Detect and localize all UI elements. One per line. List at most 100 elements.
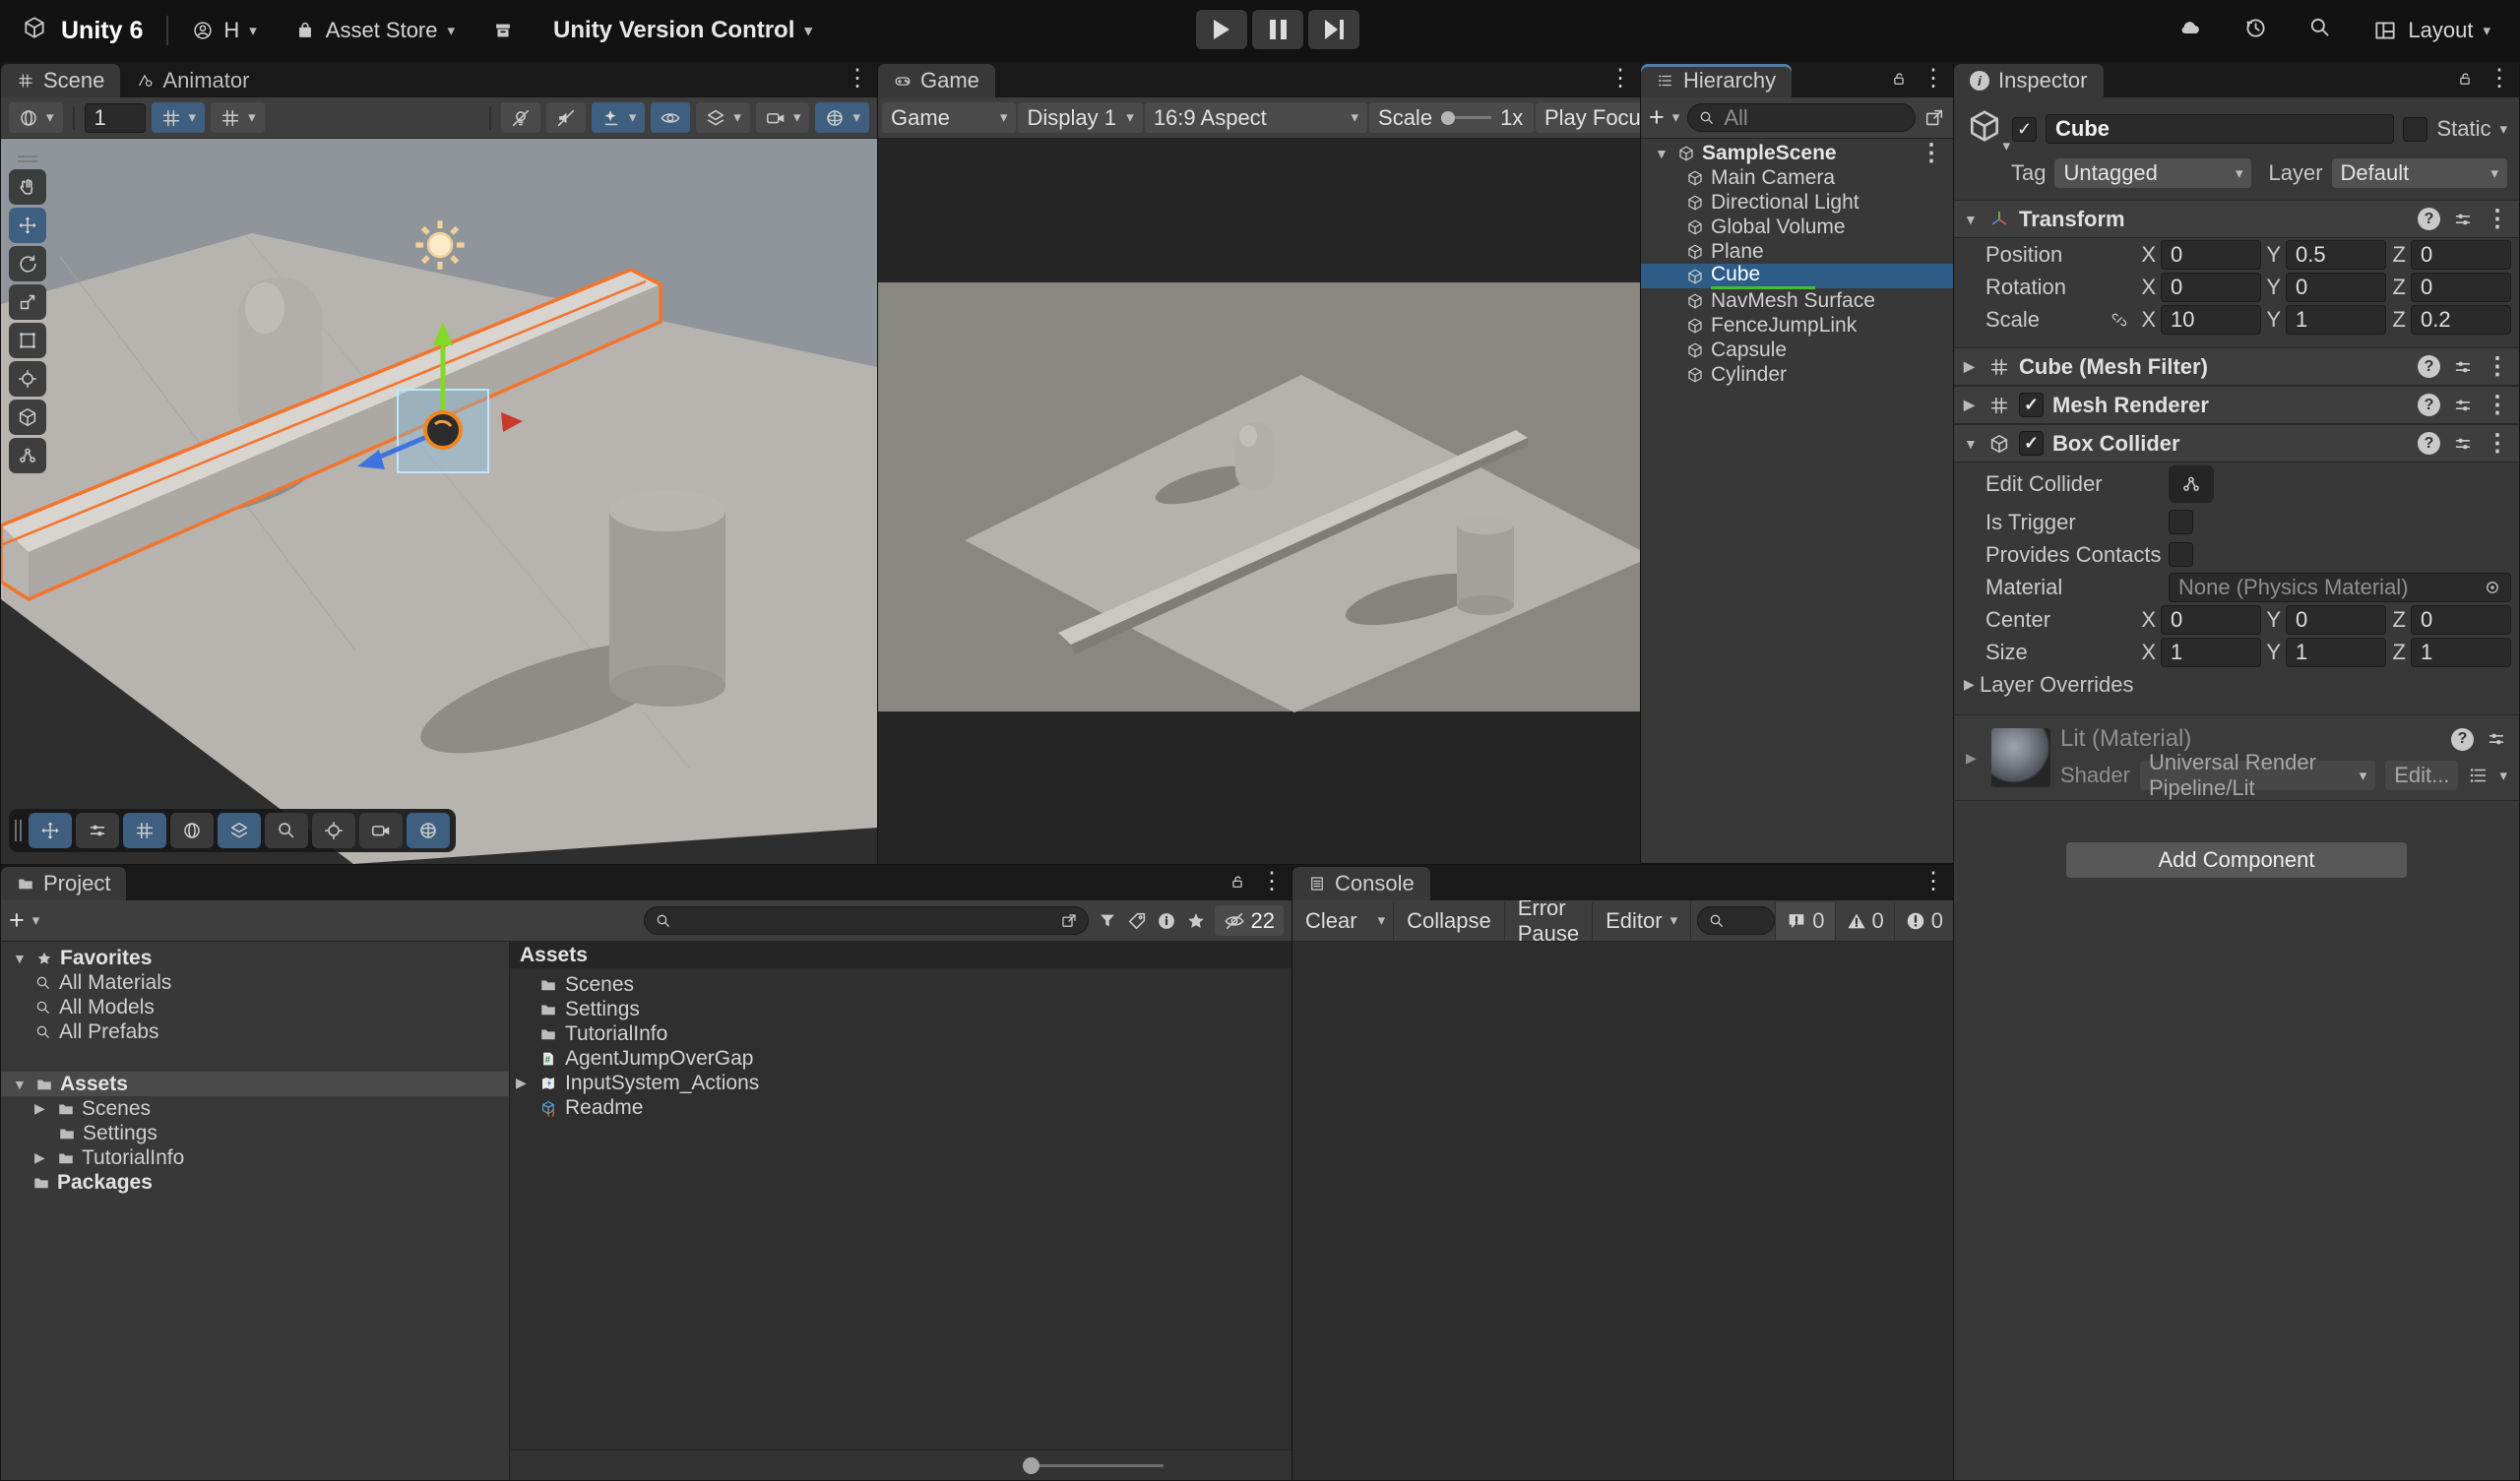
rect-tool[interactable]	[9, 323, 46, 358]
play-button[interactable]	[1196, 10, 1247, 49]
lock-icon[interactable]	[1890, 70, 1908, 88]
search-by-import-log-icon[interactable]	[1156, 910, 1177, 932]
presets-icon[interactable]	[2452, 433, 2474, 455]
hidden-packages-toggle[interactable]: 22	[1215, 905, 1284, 936]
grid-visibility-dropdown[interactable]: ▾	[152, 102, 206, 133]
tab-hierarchy[interactable]: Hierarchy	[1641, 64, 1792, 97]
overlay-drag-handle[interactable]	[15, 817, 25, 844]
position-x-field[interactable]: 0	[2161, 240, 2261, 270]
open-search-window-icon[interactable]	[1923, 107, 1945, 129]
display-dropdown[interactable]: Display 1 ▾	[1018, 102, 1142, 133]
scene-menu-icon[interactable]: ⋮	[1920, 142, 1943, 165]
favorites-root[interactable]: ▼ Favorites	[1, 946, 509, 970]
help-icon[interactable]: ?	[2418, 394, 2440, 416]
favorite-item[interactable]: All Materials	[1, 970, 509, 995]
search-by-label-icon[interactable]	[1126, 910, 1148, 932]
help-icon[interactable]: ?	[2451, 728, 2474, 751]
active-checkbox[interactable]: ✓	[2012, 117, 2037, 142]
hand-tool[interactable]	[9, 169, 46, 205]
unlinked-scale-icon[interactable]	[2110, 311, 2128, 329]
foldout-caret[interactable]: ▶	[1964, 397, 1980, 413]
tab-inspector[interactable]: i Inspector	[1954, 64, 2104, 97]
tab-project[interactable]: Project	[1, 867, 126, 900]
presets-icon[interactable]	[2452, 395, 2474, 416]
scale-x-field[interactable]: 10	[2161, 305, 2261, 335]
pause-button[interactable]	[1252, 10, 1303, 49]
tree-folder[interactable]: ▶Scenes	[1, 1096, 509, 1121]
snap-settings-dropdown[interactable]: ▾	[211, 102, 265, 133]
grid-snap-button[interactable]	[123, 813, 166, 848]
center-y-field[interactable]: 0	[2286, 605, 2386, 635]
tab-game[interactable]: Game	[878, 64, 995, 97]
tab-console[interactable]: Console	[1292, 867, 1430, 900]
view-shading-button[interactable]	[170, 813, 214, 848]
asset-item[interactable]: Readme	[510, 1095, 1292, 1120]
size-z-field[interactable]: 1	[2411, 638, 2511, 667]
rotation-z-field[interactable]: 0	[2411, 273, 2511, 302]
overlay-sliders-button[interactable]	[76, 813, 119, 848]
zoom-tool-button[interactable]	[265, 813, 308, 848]
component-menu-icon[interactable]: ⋮	[2486, 355, 2509, 379]
camera-preview-button[interactable]	[359, 813, 403, 848]
asset-item[interactable]: TutorialInfo	[510, 1021, 1292, 1046]
help-icon[interactable]: ?	[2418, 432, 2440, 455]
component-menu-icon[interactable]: ⋮	[2486, 208, 2509, 231]
lock-icon[interactable]	[2456, 70, 2474, 88]
provides-contacts-checkbox[interactable]	[2169, 542, 2193, 567]
scene-root-row[interactable]: ▼ SampleScene ⋮	[1641, 141, 1953, 165]
panel-menu-icon[interactable]: ⋮	[1922, 67, 1945, 91]
scale-slider-group[interactable]: Scale 1x	[1369, 102, 1534, 133]
box-collider-enabled-checkbox[interactable]: ✓	[2019, 431, 2044, 456]
foldout-caret[interactable]: ▶	[516, 1075, 532, 1091]
create-asset-button[interactable]: +	[9, 907, 25, 934]
shader-edit-button[interactable]: Edit...	[2385, 761, 2458, 790]
tree-folder[interactable]: ▶TutorialInfo	[1, 1145, 509, 1170]
material-preview-thumbnail[interactable]	[1991, 728, 2050, 787]
transform-header[interactable]: ▼ Transform ? ⋮	[1954, 200, 2519, 238]
foldout-caret[interactable]: ▶	[34, 1149, 50, 1166]
error-pause-button[interactable]: Error Pause	[1505, 902, 1593, 940]
mesh-renderer-header[interactable]: ▶ ✓ Mesh Renderer ? ⋮	[1954, 386, 2519, 424]
scene-viewport[interactable]	[1, 139, 877, 864]
clear-options-dropdown[interactable]: ▾	[1370, 902, 1395, 940]
aspect-dropdown[interactable]: 16:9 Aspect ▾	[1145, 102, 1367, 133]
object-picker-icon[interactable]	[2484, 579, 2501, 596]
console-search-input[interactable]	[1697, 906, 1775, 935]
collapse-button[interactable]: Collapse	[1394, 902, 1505, 940]
panel-menu-icon[interactable]: ⋮	[1922, 870, 1945, 894]
presets-icon[interactable]	[2452, 209, 2474, 230]
center-x-field[interactable]: 0	[2161, 605, 2261, 635]
is-trigger-checkbox[interactable]	[2169, 510, 2193, 534]
rotate-tool[interactable]	[9, 246, 46, 281]
static-checkbox[interactable]	[2403, 117, 2427, 142]
open-search-window-icon[interactable]	[1060, 912, 1078, 930]
tab-animator[interactable]: Animator	[120, 64, 265, 97]
editor-dropdown[interactable]: Editor▾	[1593, 902, 1691, 940]
rail-drag-handle[interactable]	[9, 151, 46, 166]
warning-messages-toggle[interactable]: 0	[1835, 902, 1894, 940]
foldout-caret[interactable]: ▶	[1964, 676, 1980, 693]
draw-mode-dropdown[interactable]: ▾	[9, 102, 63, 133]
chevron-down-icon[interactable]: ▾	[2499, 769, 2507, 783]
position-z-field[interactable]: 0	[2411, 240, 2511, 270]
version-control-menu[interactable]: Unity Version Control ▾	[553, 17, 812, 44]
shader-dropdown[interactable]: Universal Render Pipeline/Lit ▾	[2140, 761, 2375, 790]
physics-material-field[interactable]: None (Physics Material)	[2169, 573, 2511, 602]
clear-button[interactable]: Clear	[1292, 902, 1370, 940]
component-menu-icon[interactable]: ⋮	[2486, 432, 2509, 456]
hierarchy-item[interactable]: Global Volume	[1641, 215, 1953, 239]
lock-icon[interactable]	[1228, 873, 1246, 891]
hierarchy-item[interactable]: Directional Light	[1641, 190, 1953, 215]
asset-item[interactable]: AgentJumpOverGap	[510, 1046, 1292, 1071]
mesh-filter-header[interactable]: ▶ Cube (Mesh Filter) ? ⋮	[1954, 347, 2519, 386]
asset-item[interactable]: Scenes	[510, 972, 1292, 997]
favorite-item[interactable]: All Models	[1, 995, 509, 1019]
asset-store-menu[interactable]: Asset Store ▾	[294, 18, 455, 43]
hierarchy-item[interactable]: Plane	[1641, 239, 1953, 264]
play-focus-dropdown[interactable]: Play Focus	[1536, 102, 1640, 133]
mesh-renderer-enabled-checkbox[interactable]: ✓	[2019, 393, 2044, 417]
layer-dropdown[interactable]: Default ▾	[2332, 158, 2507, 188]
layout-menu[interactable]: Layout ▾	[2372, 18, 2490, 43]
foldout-caret[interactable]: ▶	[1966, 750, 1982, 767]
create-object-button[interactable]: +	[1649, 104, 1665, 131]
